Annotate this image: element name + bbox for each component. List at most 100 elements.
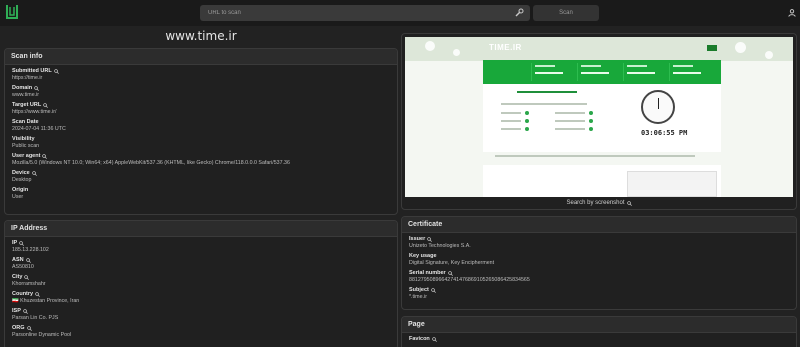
field-value[interactable]: Unizeto Technologies S.A. bbox=[409, 243, 789, 250]
site-text-line bbox=[501, 112, 521, 114]
screenshot-card: TIME.IR 03:06:55 PM Search by screenshot bbox=[401, 33, 797, 210]
field-issuer: Issuer Unizeto Technologies S.A. bbox=[409, 236, 789, 250]
blossom-decoration bbox=[453, 49, 460, 56]
field-label: Subject bbox=[409, 287, 429, 293]
field-asn: ASN AS50810 bbox=[12, 257, 390, 271]
wrench-icon[interactable] bbox=[514, 8, 524, 18]
field-label: Scan Date bbox=[12, 119, 39, 125]
field-label: IP bbox=[12, 240, 18, 246]
site-text-line bbox=[555, 128, 585, 130]
magnifier-icon[interactable] bbox=[43, 103, 49, 108]
field-label: Key usage bbox=[409, 253, 437, 259]
field-value[interactable]: 185.13.228.102 bbox=[12, 247, 390, 254]
magnifier-icon[interactable] bbox=[23, 309, 28, 314]
url-input[interactable] bbox=[204, 5, 504, 21]
site-date-cell bbox=[531, 63, 575, 81]
page-info-card: Page Favicon bbox=[401, 316, 797, 347]
site-text-line bbox=[501, 128, 521, 130]
site-side-box bbox=[627, 171, 717, 197]
scan-info-card: Scan info Submitted URL https://time.ir … bbox=[4, 48, 398, 215]
site-bullet bbox=[589, 127, 593, 131]
field-scan-date: Scan Date 2024-07-04 11:36 UTC bbox=[12, 119, 390, 133]
field-label: ORG bbox=[12, 325, 25, 331]
scan-info-body: Submitted URL https://time.ir Domain www… bbox=[5, 65, 397, 207]
field-value[interactable]: AS50810 bbox=[12, 264, 390, 271]
field-favicon: Favicon bbox=[409, 336, 789, 343]
magnifier-icon[interactable] bbox=[42, 154, 48, 159]
magnifier-icon[interactable] bbox=[431, 288, 436, 293]
field-visibility: Visibility Public scan bbox=[12, 136, 390, 150]
search-by-screenshot-link[interactable]: Search by screenshot bbox=[402, 200, 796, 206]
field-value: 2024-07-04 11:36 UTC bbox=[12, 126, 66, 132]
site-bullet bbox=[525, 119, 529, 123]
page-screenshot[interactable]: TIME.IR 03:06:55 PM bbox=[405, 37, 793, 197]
blossom-decoration bbox=[425, 41, 435, 51]
field-user-agent: User agent Mozilla/5.0 (Windows NT 10.0;… bbox=[12, 153, 390, 167]
field-org: ORG Parsonline Dynamic Pool bbox=[12, 325, 390, 339]
site-clock bbox=[641, 90, 675, 124]
app-logo-icon[interactable] bbox=[5, 4, 19, 20]
field-value[interactable]: 8812795089664274147686910526508642583456… bbox=[409, 277, 789, 284]
site-quote-line bbox=[495, 155, 695, 157]
field-label: ISP bbox=[12, 308, 21, 314]
field-value: Public scan bbox=[12, 143, 40, 149]
field-value[interactable]: https://time.ir bbox=[12, 75, 390, 82]
site-main-panel bbox=[483, 84, 721, 152]
field-value[interactable]: Parsan Lin Co. PJS bbox=[12, 315, 390, 322]
field-ip: IP 185.13.228.102 bbox=[12, 240, 390, 254]
field-serial-number: Serial number 88127950896642741476869105… bbox=[409, 270, 789, 284]
page-info-body: Favicon bbox=[402, 333, 796, 347]
site-logo: TIME.IR bbox=[489, 43, 522, 52]
magnifier-icon[interactable] bbox=[447, 271, 453, 276]
top-bar: Scan bbox=[0, 0, 800, 26]
field-value[interactable]: https://www.time.ir/ bbox=[12, 109, 390, 116]
field-value: User bbox=[12, 194, 24, 200]
magnifier-icon[interactable] bbox=[26, 326, 32, 331]
field-city: City Khorramshahr bbox=[12, 274, 390, 288]
field-value[interactable]: 🇮🇷 Khuzestan Province, Iran bbox=[12, 298, 390, 305]
field-value[interactable]: www.time.ir bbox=[12, 92, 390, 99]
scan-button[interactable]: Scan bbox=[533, 5, 599, 21]
field-value[interactable]: Khorramshahr bbox=[12, 281, 390, 288]
ip-address-body: IP 185.13.228.102 ASN AS50810 City Khorr… bbox=[5, 237, 397, 345]
scan-info-title: Scan info bbox=[5, 49, 397, 65]
field-origin: Origin User bbox=[12, 187, 390, 201]
page-info-title: Page bbox=[402, 317, 796, 333]
field-label: Submitted URL bbox=[12, 68, 52, 74]
field-label: Domain bbox=[12, 85, 33, 91]
magnifier-icon[interactable] bbox=[427, 237, 433, 242]
ip-address-title: IP Address bbox=[5, 221, 397, 237]
field-value: Digital Signature, Key Encipherment bbox=[409, 260, 495, 266]
magnifier-icon bbox=[626, 200, 632, 206]
field-label: City bbox=[12, 274, 23, 280]
field-label: Target URL bbox=[12, 102, 42, 108]
search-bar bbox=[200, 5, 530, 21]
user-icon[interactable] bbox=[788, 9, 796, 17]
field-label: ASN bbox=[12, 257, 24, 263]
magnifier-icon[interactable] bbox=[34, 86, 40, 91]
magnifier-icon[interactable] bbox=[19, 241, 25, 246]
blossom-decoration bbox=[765, 51, 773, 59]
site-text-line bbox=[501, 103, 587, 105]
magnifier-icon[interactable] bbox=[25, 258, 31, 263]
field-value[interactable]: Parsonline Dynamic Pool bbox=[12, 332, 390, 339]
site-time: 03:06:55 PM bbox=[641, 129, 688, 137]
magnifier-icon[interactable] bbox=[24, 275, 30, 280]
field-label: User agent bbox=[12, 153, 41, 159]
magnifier-icon[interactable] bbox=[35, 292, 40, 297]
field-submitted-url: Submitted URL https://time.ir bbox=[12, 68, 390, 82]
site-text-line bbox=[501, 120, 521, 122]
magnifier-icon[interactable] bbox=[432, 337, 437, 342]
field-value[interactable]: *.time.ir bbox=[409, 294, 789, 301]
site-heading-line bbox=[517, 91, 577, 93]
magnifier-icon[interactable] bbox=[53, 69, 59, 74]
field-label: Device bbox=[12, 170, 30, 176]
magnifier-icon[interactable] bbox=[32, 171, 37, 176]
site-date-cell bbox=[623, 63, 667, 81]
ip-address-card: IP Address IP 185.13.228.102 ASN AS50810… bbox=[4, 220, 398, 347]
field-isp: ISP Parsan Lin Co. PJS bbox=[12, 308, 390, 322]
certificate-body: Issuer Unizeto Technologies S.A. Key usa… bbox=[402, 233, 796, 307]
field-label: Serial number bbox=[409, 270, 446, 276]
site-bullet bbox=[589, 119, 593, 123]
site-bullet bbox=[525, 127, 529, 131]
